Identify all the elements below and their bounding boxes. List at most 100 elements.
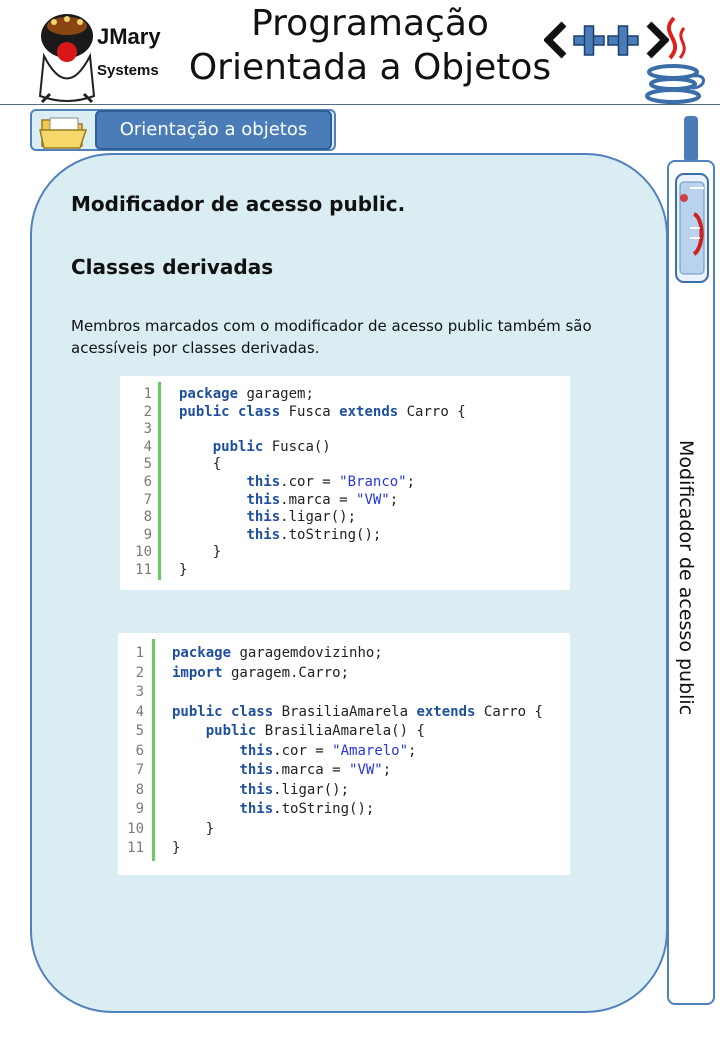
logo-subtitle: Systems xyxy=(97,62,159,79)
code-line: this.marca = "VW"; xyxy=(179,492,398,508)
code-block-brasilia: 1 package garagemdovizinho; 2 import garage… xyxy=(118,633,570,875)
code-line: public Fusca() xyxy=(179,439,331,455)
line-number: 6 xyxy=(135,742,144,759)
code-token: .toString(); xyxy=(273,801,375,817)
code-token: this xyxy=(239,742,274,759)
logo-name: JMary xyxy=(97,24,161,49)
code-token: } xyxy=(179,562,188,578)
code-token: public xyxy=(205,723,257,739)
scroll-document-icon xyxy=(675,173,709,283)
code-token: public class xyxy=(179,403,281,420)
line-number: 11 xyxy=(127,840,144,856)
code-token: this xyxy=(246,491,281,508)
line-number: 8 xyxy=(135,781,144,798)
line-number: 8 xyxy=(143,509,152,526)
line-number: 11 xyxy=(135,562,152,578)
side-connector xyxy=(684,116,698,162)
line-number: 10 xyxy=(135,544,152,561)
code-token: package xyxy=(172,645,232,661)
header-divider xyxy=(0,104,720,105)
line-number: 1 xyxy=(135,645,144,661)
code-line: import garagem.Carro; xyxy=(172,665,349,681)
tab-orientacao-objetos[interactable]: Orientação a objetos xyxy=(95,110,332,150)
code-token: this xyxy=(246,474,281,490)
code-token: .cor = xyxy=(273,742,333,759)
line-number: 3 xyxy=(143,421,152,438)
code-token: Fusca xyxy=(280,403,340,420)
code-token: extends xyxy=(339,403,399,420)
code-token: ; xyxy=(389,491,399,508)
line-number: 7 xyxy=(135,762,144,778)
code-token: public class xyxy=(172,703,274,720)
code-token: { xyxy=(179,456,222,473)
line-number: 2 xyxy=(135,664,144,681)
code-token: extends xyxy=(416,703,476,720)
line-number: 1 xyxy=(143,386,152,402)
line-number: 2 xyxy=(143,403,152,420)
code-token: this xyxy=(239,801,274,817)
java-logo-icon xyxy=(645,16,705,104)
code-block-fusca: 1 package garagem; 2 public class Fusca ext… xyxy=(120,376,570,590)
line-number: 9 xyxy=(143,526,152,543)
mascot-icon xyxy=(38,14,96,104)
line-number: 6 xyxy=(143,474,152,490)
section-heading: Modificador de acesso public. xyxy=(71,192,406,216)
code-token: this xyxy=(246,526,281,543)
code-line: this.toString(); xyxy=(179,527,381,543)
code-token: "VW" xyxy=(349,762,383,778)
code-line: this.cor = "Amarelo"; xyxy=(172,743,416,759)
line-number: 3 xyxy=(135,684,144,700)
line-number: 9 xyxy=(135,801,144,817)
code-token: .marca = xyxy=(273,762,350,778)
code-line: } xyxy=(172,821,214,837)
code-token: import xyxy=(172,664,223,681)
code-token: } xyxy=(172,840,181,856)
code-token: this xyxy=(239,762,274,778)
title-line-2: Orientada a Objetos xyxy=(188,47,552,88)
code-token: .ligar(); xyxy=(273,781,350,798)
code-token: garagemdovizinho; xyxy=(231,645,383,661)
code-token: } xyxy=(179,544,222,561)
code-token: Carro { xyxy=(398,403,466,420)
code-line: this.marca = "VW"; xyxy=(172,762,391,778)
code-token: package xyxy=(179,386,239,402)
title-line-1: Programação xyxy=(251,3,489,44)
subsection-heading: Classes derivadas xyxy=(71,255,274,279)
code-token: ; xyxy=(382,762,392,778)
code-token: .toString(); xyxy=(280,526,382,543)
code-line: public class BrasiliaAmarela extends Car… xyxy=(172,704,543,720)
code-line: public BrasiliaAmarela() { xyxy=(172,723,425,739)
code-line: this.ligar(); xyxy=(172,782,349,798)
code-token: "Amarelo" xyxy=(332,742,409,759)
code-token: .cor = xyxy=(280,474,340,490)
code-line: } xyxy=(179,544,221,560)
code-token: "VW" xyxy=(356,491,390,508)
code-token: garagem.Carro; xyxy=(222,664,350,681)
code-token: } xyxy=(172,820,215,837)
line-number: 5 xyxy=(143,456,152,473)
line-number: 10 xyxy=(127,820,144,837)
code-token: public xyxy=(212,438,264,455)
code-line: this.cor = "Branco"; xyxy=(179,474,415,490)
code-token: this xyxy=(239,781,274,798)
code-token: this xyxy=(246,509,281,526)
code-line: this.ligar(); xyxy=(179,509,356,525)
code-line: public class Fusca extends Carro { xyxy=(179,404,466,420)
code-token: ; xyxy=(408,742,417,759)
page-title: Programação Orientada a Objetos xyxy=(160,2,580,90)
line-number: 4 xyxy=(143,438,152,455)
code-line: package garagemdovizinho; xyxy=(172,645,383,661)
line-number: 4 xyxy=(135,703,144,720)
code-line: } xyxy=(172,840,180,856)
code-token: BrasiliaAmarela xyxy=(273,703,417,720)
code-line: package garagem; xyxy=(179,386,314,402)
folder-icon xyxy=(39,117,88,149)
